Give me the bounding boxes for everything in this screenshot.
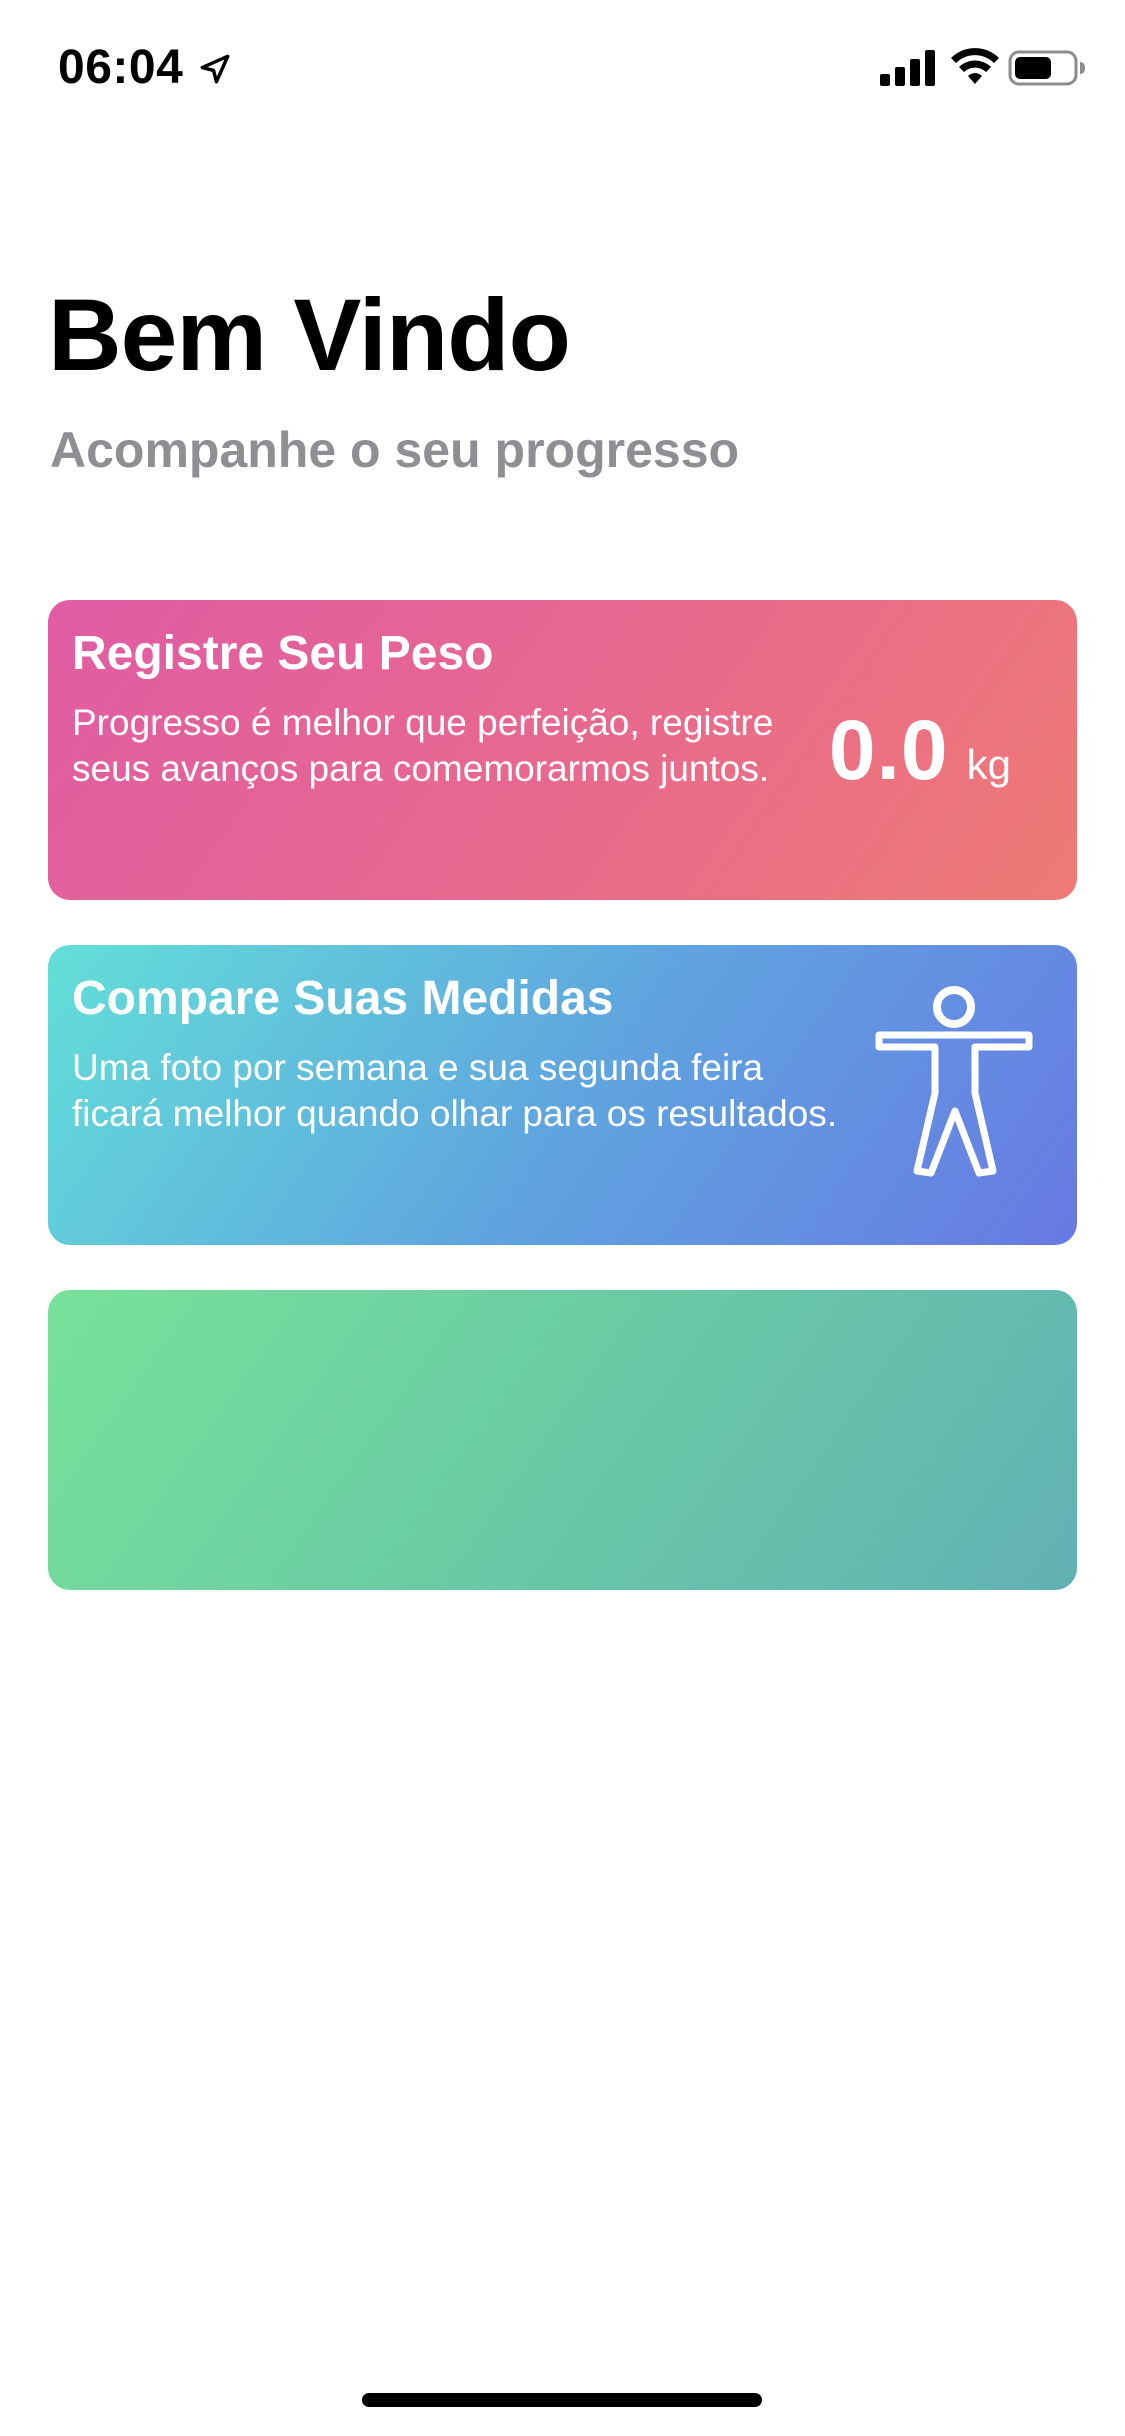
status-time: 06:04 <box>58 41 184 94</box>
card-title: Registre Seu Peso <box>72 627 494 680</box>
weight-value: 0.0 <box>828 703 949 797</box>
empty-card[interactable] <box>48 1290 1077 1590</box>
page-title: Bem Vindo <box>48 278 571 392</box>
status-bar: 06:04 <box>0 0 1125 140</box>
card-description: Progresso é melhor que perfeição, regist… <box>72 702 774 789</box>
body-figure-icon <box>875 986 1033 1177</box>
page-subtitle: Acompanhe o seu progresso <box>50 422 740 478</box>
weight-readout: 0.0 kg <box>829 700 1011 815</box>
compare-measures-card[interactable]: Compare Suas Medidas Uma foto por semana… <box>48 945 1077 1245</box>
register-weight-card[interactable]: Registre Seu Peso Progresso é melhor que… <box>48 600 1077 900</box>
location-arrow-icon <box>200 54 230 84</box>
screen: 06:04 Bem Vindo Acompanhe o seu progress… <box>0 0 1125 2436</box>
card-title: Compare Suas Medidas <box>72 972 614 1025</box>
battery-icon <box>1008 50 1085 86</box>
cellular-signal-icon <box>880 50 935 86</box>
weight-unit: kg <box>966 741 1011 788</box>
wifi-icon <box>951 48 999 84</box>
card-description: Uma foto por semana e sua segunda feira … <box>72 1047 838 1134</box>
home-indicator[interactable] <box>362 2393 762 2407</box>
